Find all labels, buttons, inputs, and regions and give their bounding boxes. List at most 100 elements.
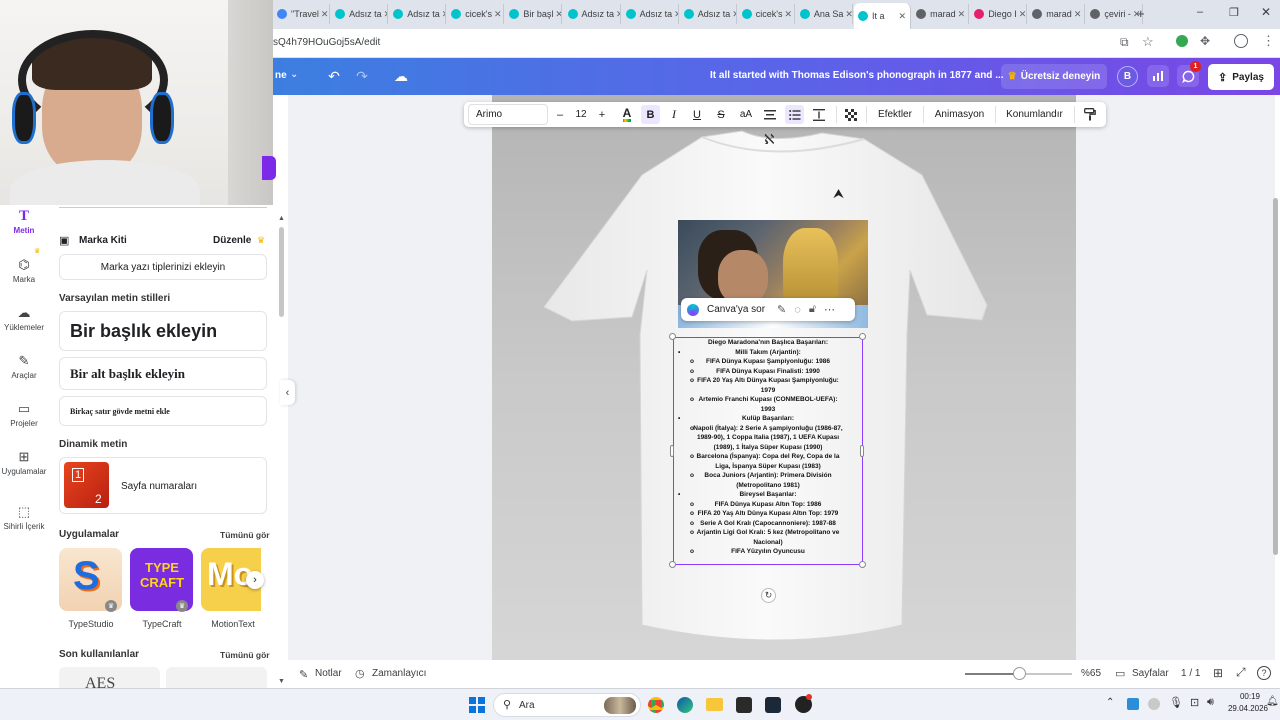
resize-handle-top-right[interactable] xyxy=(859,333,866,340)
extension-icon[interactable] xyxy=(1176,35,1188,47)
rail-item-brand[interactable]: ⌬ Marka xyxy=(0,257,48,284)
zoom-slider-handle[interactable] xyxy=(1012,667,1026,680)
rail-item-uploads[interactable]: ☁ Yüklemeler xyxy=(0,305,48,332)
strikethrough-button[interactable]: S xyxy=(712,102,730,127)
resize-handle-right[interactable] xyxy=(860,445,864,457)
transparency-icon[interactable] xyxy=(841,102,861,127)
rail-item-magic-media[interactable]: ⬚ Sihirli İçerik xyxy=(0,504,48,531)
help-icon[interactable]: ? xyxy=(1257,666,1271,680)
share-button[interactable]: ⇪ Paylaş xyxy=(1208,64,1274,90)
effects-button[interactable]: Efektler xyxy=(871,102,919,127)
italic-button[interactable]: I xyxy=(665,102,683,127)
font-size-increase-button[interactable]: + xyxy=(595,102,609,127)
bookmark-star-icon[interactable]: ☆ xyxy=(1142,34,1154,50)
underline-button[interactable]: U xyxy=(688,102,706,127)
lock-icon[interactable]: 🔓︎ xyxy=(809,303,816,316)
add-brand-fonts-button[interactable]: Marka yazı tiplerinizi ekleyin xyxy=(59,254,267,280)
more-options-icon[interactable]: ⋯ xyxy=(824,303,835,316)
tab-close-icon[interactable]: ✕ xyxy=(440,9,445,20)
browser-tab[interactable]: Adsız ta✕ xyxy=(331,4,389,24)
browser-tab[interactable]: Ana Sa ✕ xyxy=(796,4,853,24)
try-pro-button[interactable]: ♛ Ücretsiz deneyin xyxy=(1001,64,1107,89)
add-body-text-button[interactable]: Birkaç satır gövde metni ekle xyxy=(59,396,267,426)
new-tab-button[interactable]: + xyxy=(1137,6,1145,21)
recent-see-all-link[interactable]: Tümünü gör xyxy=(220,650,270,660)
letter-case-button[interactable]: aA xyxy=(736,102,756,127)
animate-button[interactable]: Animasyon xyxy=(928,102,991,127)
browser-tab[interactable]: marad ✕ xyxy=(912,4,970,24)
zoom-level[interactable]: %65 xyxy=(1081,668,1101,679)
browser-tab[interactable]: "Travel ✕ xyxy=(273,4,330,24)
panel-scrollbar[interactable] xyxy=(279,227,284,317)
clock-date[interactable]: 29.04.2026 xyxy=(1218,704,1268,713)
undo-icon[interactable]: ↶ xyxy=(325,67,343,85)
line-spacing-icon[interactable] xyxy=(809,102,829,127)
url-text[interactable]: sQ4h79HOuGoj5sA/edit xyxy=(273,37,380,48)
file-menu-button[interactable]: ne xyxy=(275,70,287,81)
ask-canva-button[interactable]: Canva'ya sor xyxy=(707,304,765,315)
browser-tab[interactable]: Bir başl ✕ xyxy=(505,4,563,24)
rail-item-apps[interactable]: ⊞ Uygulamalar xyxy=(0,449,48,476)
tab-close-icon[interactable]: ✕ xyxy=(672,9,677,20)
rail-item-text[interactable]: T Metin xyxy=(0,208,48,236)
tab-close-icon[interactable]: ✕ xyxy=(730,9,735,20)
browser-tab[interactable]: Adsız ta✕ xyxy=(622,4,679,24)
browser-tab[interactable]: çeviri - ✕ xyxy=(1086,4,1144,24)
bold-button[interactable]: B xyxy=(641,105,660,124)
recent-item-thumbnail[interactable] xyxy=(166,667,267,688)
tab-close-icon[interactable]: ✕ xyxy=(956,9,966,20)
scroll-up-icon[interactable]: ▲ xyxy=(278,215,285,222)
text-color-button[interactable]: A xyxy=(618,102,636,127)
browser-menu-icon[interactable]: ⋮ xyxy=(1262,33,1275,49)
selected-text-box[interactable]: Diego Maradona'nın Başlıca Başarıları: • M… xyxy=(673,337,863,565)
scroll-down-icon[interactable]: ▼ xyxy=(278,678,285,685)
browser-tab[interactable]: Adsız ta✕ xyxy=(680,4,737,24)
microphone-icon[interactable]: 🎙︎ xyxy=(1169,696,1183,709)
tab-close-icon[interactable]: ✕ xyxy=(1017,9,1026,20)
browser-tab[interactable]: It a ✕ xyxy=(854,3,911,29)
font-size-decrease-button[interactable]: – xyxy=(553,102,567,127)
redo-icon[interactable]: ↷ xyxy=(353,67,371,85)
rail-item-projects[interactable]: ▭ Projeler xyxy=(0,401,48,428)
windows-start-icon[interactable] xyxy=(469,697,485,713)
close-window-icon[interactable]: ✕ xyxy=(1261,5,1271,19)
volume-icon[interactable]: 🔊︎ xyxy=(1207,696,1214,709)
browser-tab[interactable]: Diego I ✕ xyxy=(970,4,1028,24)
extensions-puzzle-icon[interactable]: ✥ xyxy=(1200,34,1210,48)
brand-kit-edit-link[interactable]: Düzenle xyxy=(213,235,251,246)
tab-close-icon[interactable]: ✕ xyxy=(492,9,502,20)
store-taskbar-icon[interactable] xyxy=(736,697,752,713)
tab-close-icon[interactable]: ✕ xyxy=(319,9,329,20)
resize-handle-bottom-left[interactable] xyxy=(669,561,676,568)
notifications-bell-icon[interactable]: 🔔︎ xyxy=(1266,696,1279,707)
page-numbers-card[interactable]: 1 2 Sayfa numaraları xyxy=(59,457,267,514)
bullet-list-icon[interactable] xyxy=(785,105,804,124)
tab-close-icon[interactable]: ✕ xyxy=(553,9,561,20)
browser-tab[interactable]: Adsız ta✕ xyxy=(389,4,447,24)
tab-close-icon[interactable]: ✕ xyxy=(614,9,619,20)
align-center-icon[interactable] xyxy=(760,102,780,127)
rail-item-tools[interactable]: ✎ Araçlar xyxy=(0,353,48,380)
pages-button[interactable]: Sayfalar xyxy=(1132,668,1169,679)
add-heading-button[interactable]: Bir başlık ekleyin xyxy=(59,311,267,351)
resize-handle-bottom-right[interactable] xyxy=(859,561,866,568)
grid-view-icon[interactable]: ⊞ xyxy=(1213,666,1223,680)
position-button[interactable]: Konumlandır xyxy=(1001,102,1068,127)
timer-button[interactable]: Zamanlayıcı xyxy=(372,668,426,679)
magic-edit-icon[interactable]: ✎ xyxy=(777,303,786,316)
browser-tab[interactable]: cicek's ✕ xyxy=(738,4,795,24)
taskbar-search-box[interactable]: ⚲ Ara xyxy=(493,693,641,717)
maximize-window-icon[interactable]: ❐ xyxy=(1229,6,1239,19)
network-icon[interactable]: ⊡ xyxy=(1190,696,1199,709)
profile-icon[interactable] xyxy=(1234,34,1248,48)
tray-cloud-icon[interactable] xyxy=(1148,698,1160,710)
install-app-icon[interactable]: ⧉ xyxy=(1120,35,1129,50)
rotate-handle-icon[interactable]: ↻ xyxy=(761,588,776,603)
minimize-window-icon[interactable]: – xyxy=(1197,6,1203,18)
apps-see-all-link[interactable]: Tümünü gör xyxy=(220,530,270,540)
tray-app-icon[interactable] xyxy=(1127,698,1139,710)
browser-tab[interactable]: cicek's ✕ xyxy=(447,4,505,24)
notes-button[interactable]: Notlar xyxy=(315,668,342,679)
canvas-scrollbar[interactable] xyxy=(1273,198,1278,555)
cloud-saved-icon[interactable]: ☁ xyxy=(391,67,411,85)
